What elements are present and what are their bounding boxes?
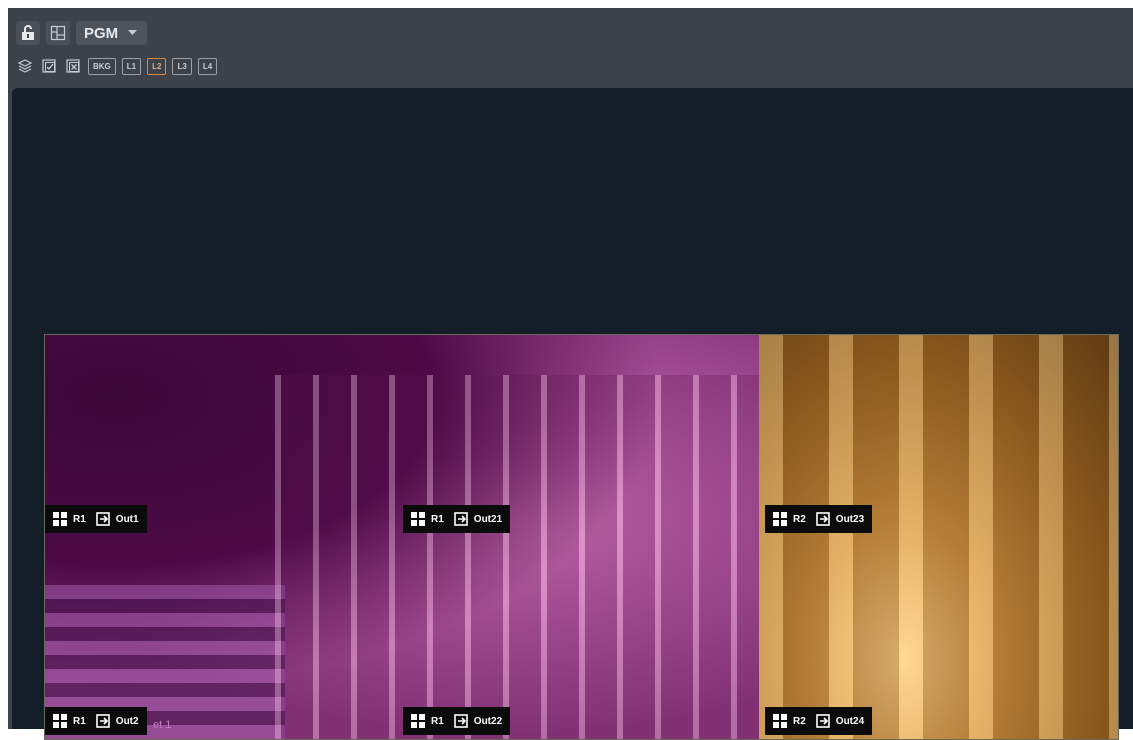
clear-selection-button[interactable] — [64, 57, 82, 75]
output-icon — [95, 714, 110, 728]
toolbar-top: PGM — [16, 21, 148, 45]
region-name: R2 — [793, 715, 806, 727]
output-icon — [453, 512, 468, 526]
grid-icon — [773, 512, 787, 526]
layer-zone-r1[interactable] — [45, 335, 759, 739]
chevron-down-icon — [128, 30, 138, 35]
interior-image — [759, 335, 1118, 739]
output-icon — [815, 512, 830, 526]
grid-icon — [411, 512, 425, 526]
select-all-button[interactable] — [40, 57, 58, 75]
preset-label: et 1 — [153, 719, 172, 731]
output-label[interactable]: R1 Out2 — [45, 707, 147, 735]
region-name: R2 — [793, 513, 806, 525]
app-window: PGM BKG L1 L2 L3 L4 et 1 R1 Out1 R1 Out2… — [8, 8, 1133, 740]
output-select-value: PGM — [84, 24, 119, 42]
output-label[interactable]: R2 Out23 — [765, 505, 873, 533]
layer-l1-button[interactable]: L1 — [121, 57, 142, 75]
output-icon — [815, 714, 830, 728]
output-label[interactable]: R2 Out24 — [765, 707, 873, 735]
output-name: Out21 — [473, 513, 503, 525]
layers-button[interactable] — [16, 57, 34, 75]
layer-bkg-button[interactable]: BKG — [88, 57, 116, 75]
output-name: Out23 — [835, 513, 865, 525]
grid-icon — [53, 512, 67, 526]
output-icon — [95, 512, 110, 526]
grid-icon — [411, 714, 425, 728]
region-name: R1 — [73, 715, 86, 727]
output-name: Out24 — [835, 715, 865, 727]
layer-zone-r2[interactable] — [759, 335, 1118, 739]
toolbar-layers: BKG L1 L2 L3 L4 — [16, 55, 218, 77]
output-icon — [453, 714, 468, 728]
preview-stage[interactable]: et 1 R1 Out1 R1 Out21 R2 Out23 R1 Out2 R… — [44, 334, 1119, 740]
canvas-area[interactable]: et 1 R1 Out1 R1 Out21 R2 Out23 R1 Out2 R… — [12, 88, 1133, 740]
lock-icon — [22, 25, 34, 40]
output-name: Out22 — [473, 715, 503, 727]
output-label[interactable]: R1 Out21 — [403, 505, 511, 533]
layers-icon — [17, 59, 33, 73]
grid-icon — [53, 714, 67, 728]
layer-l2-button[interactable]: L2 — [147, 57, 167, 75]
select-check-icon — [42, 59, 56, 73]
layout-icon — [50, 25, 66, 41]
output-label[interactable]: R1 Out22 — [403, 707, 511, 735]
layer-l3-button[interactable]: L3 — [172, 57, 192, 75]
region-name: R1 — [73, 513, 86, 525]
clear-select-icon — [66, 59, 80, 73]
grid-icon — [773, 714, 787, 728]
output-name: Out2 — [115, 715, 139, 727]
region-name: R1 — [431, 715, 444, 727]
output-name: Out1 — [115, 513, 139, 525]
region-name: R1 — [431, 513, 444, 525]
layout-button[interactable] — [46, 21, 70, 45]
lock-button[interactable] — [16, 21, 40, 45]
output-select[interactable]: PGM — [76, 21, 148, 45]
output-label[interactable]: R1 Out1 — [45, 505, 147, 533]
layer-l4-button[interactable]: L4 — [197, 57, 218, 75]
facade-image — [275, 375, 759, 739]
